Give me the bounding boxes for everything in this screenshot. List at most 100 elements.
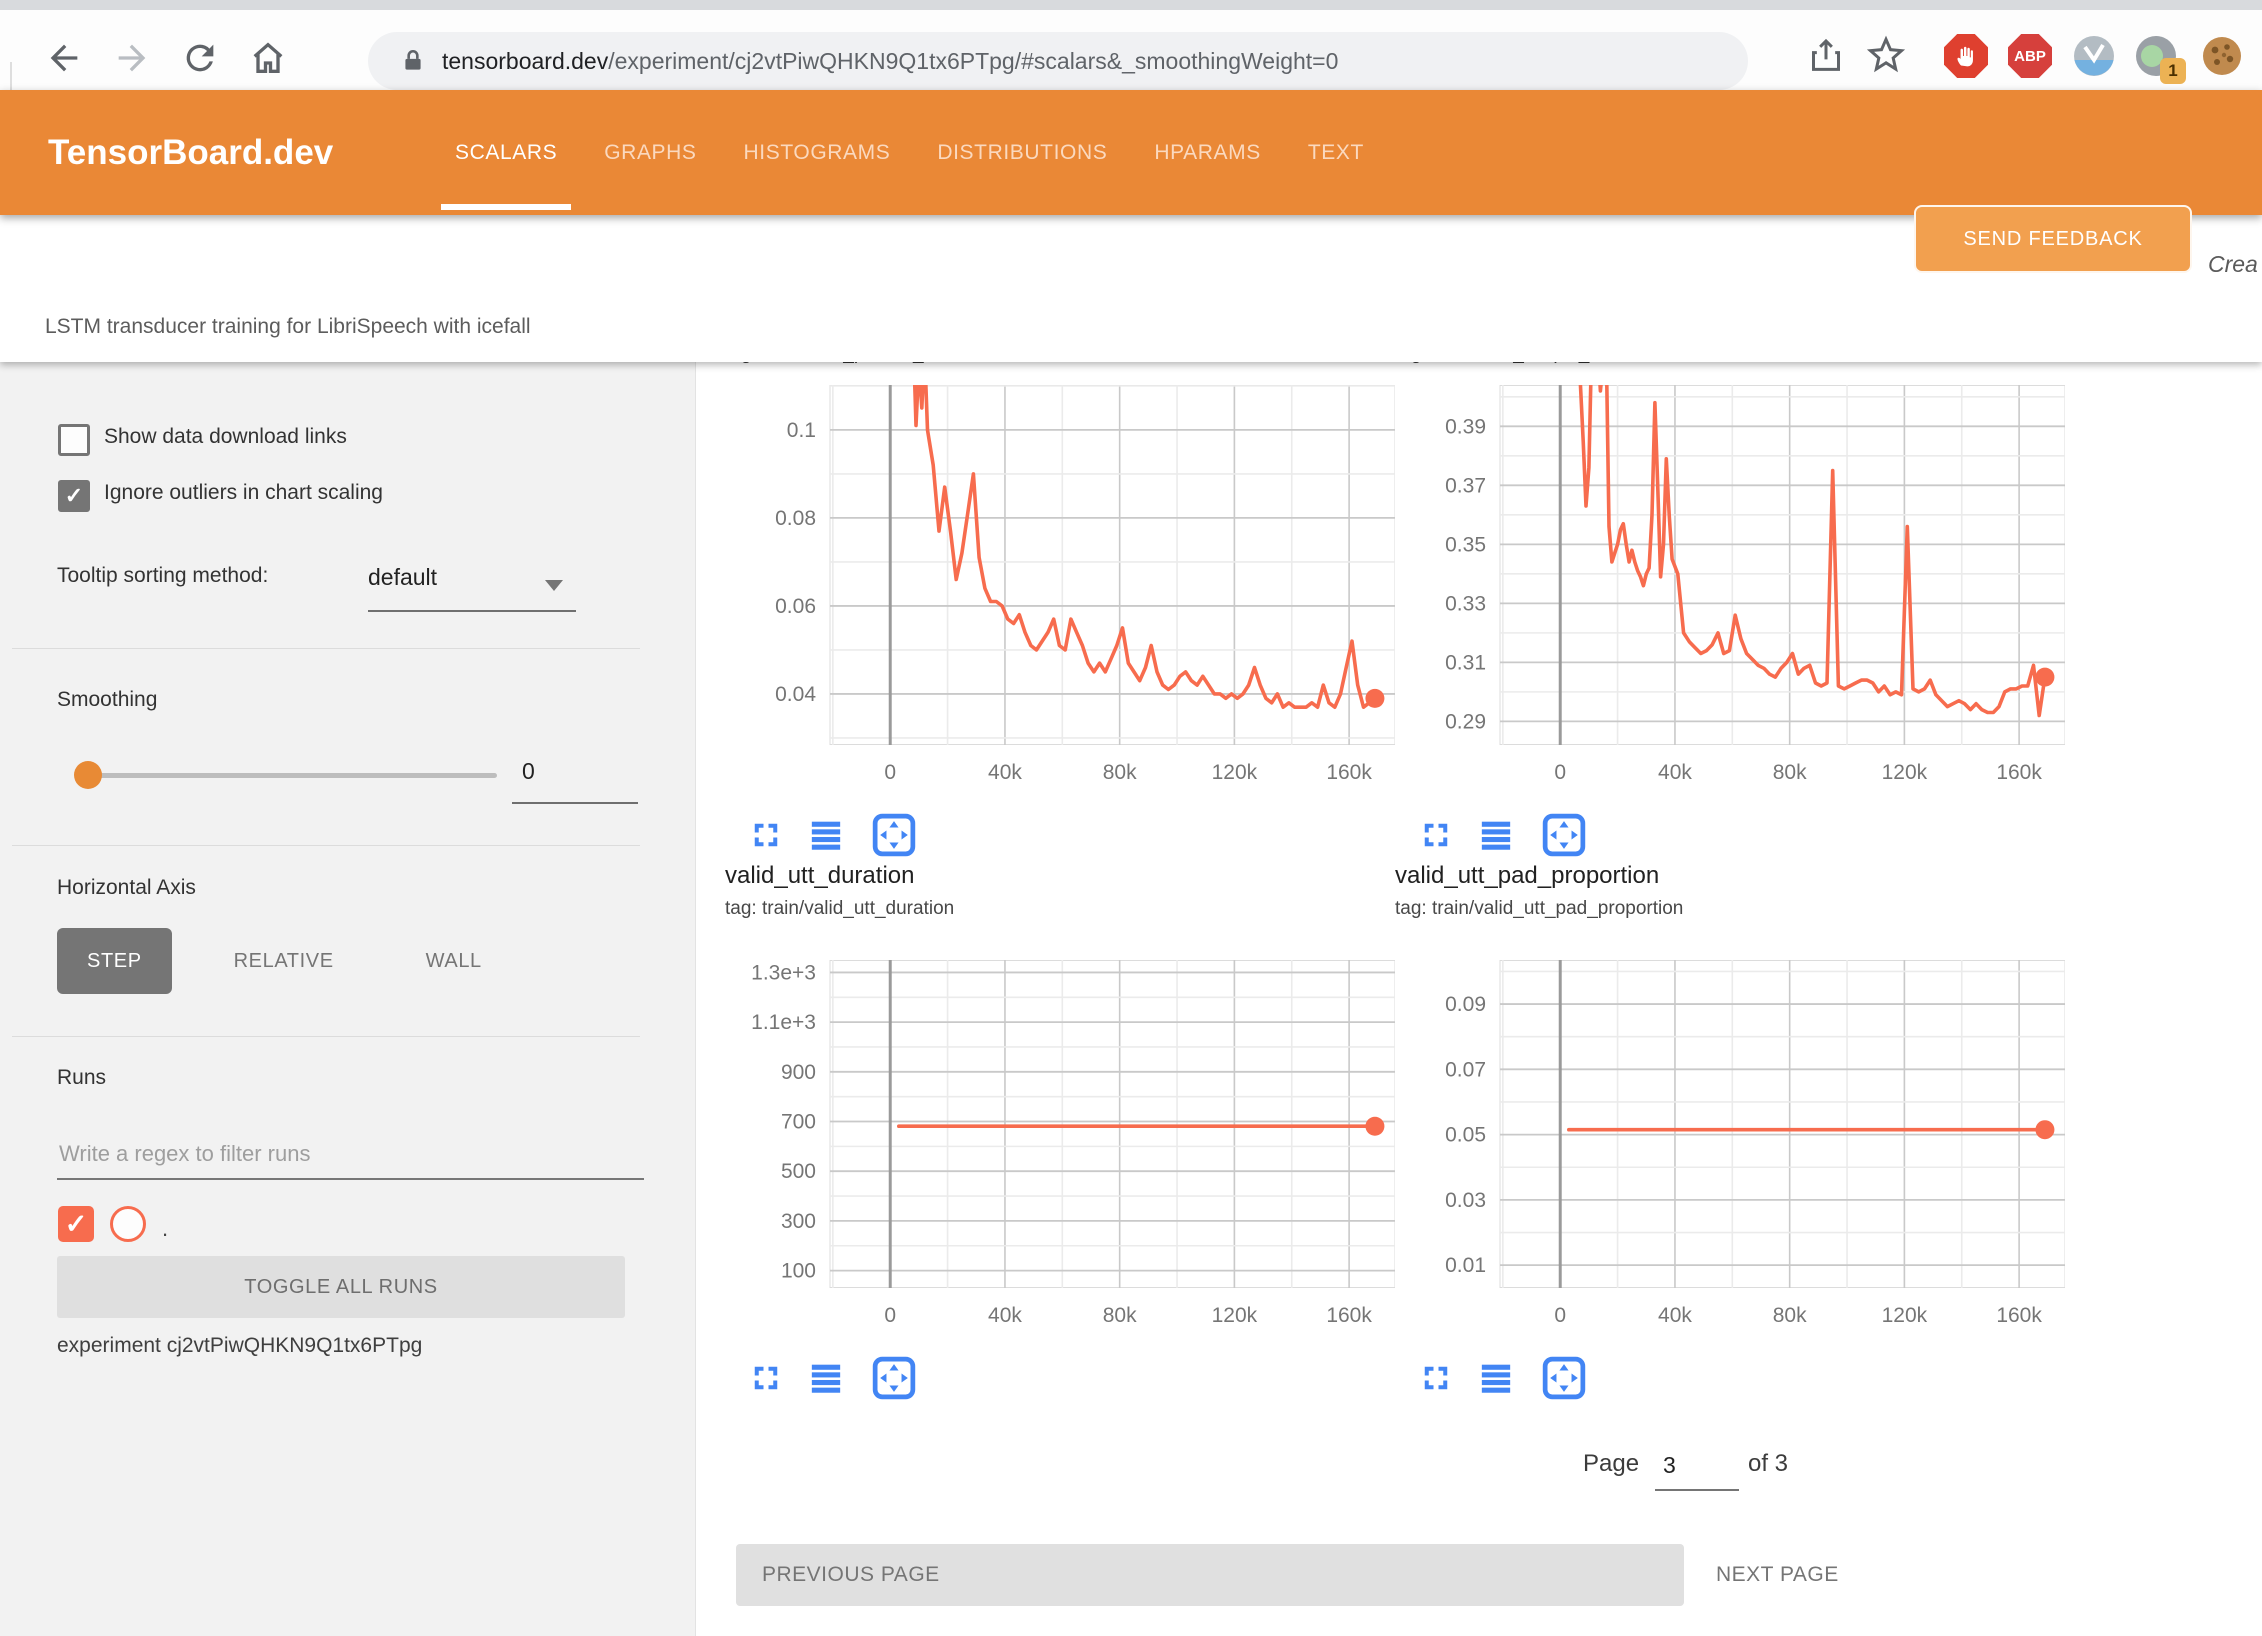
circle-extension-icon[interactable] <box>2072 34 2120 82</box>
fullscreen-icon[interactable] <box>751 1363 781 1393</box>
cookie-extension-icon[interactable] <box>2200 34 2248 82</box>
page-number-input[interactable] <box>1655 1452 1739 1491</box>
svg-text:160k: 160k <box>1996 761 2042 784</box>
chevron-down-icon[interactable] <box>545 580 563 591</box>
axis-option-relative[interactable]: RELATIVE <box>204 928 364 994</box>
scalar-plot[interactable]: 040k80k120k160k1003005007009001.1e+31.3e… <box>725 960 1395 1332</box>
tab-graphs[interactable]: GRAPHS <box>604 90 696 215</box>
app-title: TensorBoard.dev <box>48 90 333 215</box>
svg-text:300: 300 <box>781 1210 816 1233</box>
chart-toolbar <box>1421 813 1587 857</box>
share-icon[interactable] <box>1806 36 1846 76</box>
privacy-extension-icon[interactable]: 1 <box>2134 34 2182 82</box>
svg-text:120k: 120k <box>1212 1304 1258 1327</box>
divider <box>12 845 640 846</box>
data-series-icon[interactable] <box>1478 818 1514 852</box>
svg-text:40k: 40k <box>1658 1304 1692 1327</box>
axis-option-wall[interactable]: WALL <box>396 928 512 994</box>
svg-text:0.03: 0.03 <box>1445 1189 1486 1212</box>
abp-extension-icon[interactable]: ABP <box>2008 34 2056 82</box>
data-series-icon[interactable] <box>808 818 844 852</box>
show-download-links-label: Show data download links <box>104 421 347 453</box>
fullscreen-icon[interactable] <box>1421 1363 1451 1393</box>
ignore-outliers-checkbox[interactable]: ✓ <box>58 480 90 512</box>
svg-text:1.3e+3: 1.3e+3 <box>751 961 816 984</box>
svg-text:900: 900 <box>781 1061 816 1084</box>
smoothing-value-underline <box>512 802 638 804</box>
svg-text:120k: 120k <box>1882 761 1928 784</box>
tab-histograms[interactable]: HISTOGRAMS <box>744 90 891 215</box>
url-text: tensorboard.dev/experiment/cj2vtPiwQHKN9… <box>442 48 1338 75</box>
tab-hparams[interactable]: HPARAMS <box>1154 90 1261 215</box>
ignore-outliers-label: Ignore outliers in chart scaling <box>104 477 383 509</box>
pan-zoom-icon[interactable] <box>871 813 917 857</box>
tab-scalars[interactable]: SCALARS <box>455 90 557 215</box>
bookmark-star-icon[interactable] <box>1866 34 1906 74</box>
svg-text:0.01: 0.01 <box>1445 1254 1486 1277</box>
svg-text:160k: 160k <box>1326 761 1372 784</box>
divider <box>12 648 640 649</box>
next-page-button[interactable]: NEXT PAGE <box>1716 1544 1839 1606</box>
tab-distributions[interactable]: DISTRIBUTIONS <box>937 90 1107 215</box>
svg-text:120k: 120k <box>1882 1304 1928 1327</box>
home-button[interactable] <box>248 38 288 78</box>
chart-title: valid_utt_duration <box>725 862 914 890</box>
pan-zoom-icon[interactable] <box>871 1356 917 1400</box>
smoothing-slider-thumb[interactable] <box>74 761 102 789</box>
scalar-plot[interactable]: 040k80k120k160k0.010.030.050.070.09 <box>1395 960 2065 1332</box>
svg-text:0.37: 0.37 <box>1445 474 1486 497</box>
scalar-plot[interactable]: 040k80k120k160k0.290.310.330.350.370.39 <box>1395 385 2065 789</box>
pan-zoom-icon[interactable] <box>1541 813 1587 857</box>
smoothing-label: Smoothing <box>57 684 157 716</box>
data-series-icon[interactable] <box>808 1361 844 1395</box>
axis-option-step[interactable]: STEP <box>57 928 172 994</box>
svg-text:0.09: 0.09 <box>1445 993 1486 1016</box>
send-feedback-button[interactable]: SEND FEEDBACK <box>1914 205 2192 273</box>
fullscreen-icon[interactable] <box>751 820 781 850</box>
run-row: ✓ . <box>58 1204 168 1244</box>
chart-toolbar <box>751 1356 917 1400</box>
run-checkbox[interactable]: ✓ <box>58 1206 94 1242</box>
pan-zoom-icon[interactable] <box>1541 1356 1587 1400</box>
horizontal-axis-label: Horizontal Axis <box>57 872 196 904</box>
fullscreen-icon[interactable] <box>1421 820 1451 850</box>
browser-toolbar: tensorboard.dev/experiment/cj2vtPiwQHKN9… <box>0 10 2262 90</box>
forward-button[interactable] <box>112 38 152 78</box>
settings-sidebar: Show data download links ✓ Ignore outlie… <box>0 362 696 1636</box>
chart-toolbar <box>1421 1356 1587 1400</box>
svg-text:0.07: 0.07 <box>1445 1058 1486 1081</box>
tab-text[interactable]: TEXT <box>1308 90 1364 215</box>
back-button[interactable] <box>44 38 84 78</box>
data-series-icon[interactable] <box>1478 1361 1514 1395</box>
smoothing-value-input[interactable]: 0 <box>512 758 648 785</box>
svg-text:100: 100 <box>781 1260 816 1283</box>
svg-text:0.06: 0.06 <box>775 595 816 618</box>
svg-text:160k: 160k <box>1996 1304 2042 1327</box>
run-name[interactable]: . <box>162 1216 168 1242</box>
svg-text:40k: 40k <box>988 1304 1022 1327</box>
url-host: tensorboard.dev <box>442 48 608 74</box>
adblock-extension-icon[interactable] <box>1944 34 1992 82</box>
svg-text:0.39: 0.39 <box>1445 415 1486 438</box>
show-download-links-checkbox[interactable] <box>58 424 90 456</box>
smoothing-slider-track[interactable] <box>85 773 497 778</box>
chart-toolbar <box>751 813 917 857</box>
app-header: TensorBoard.dev SCALARS GRAPHS HISTOGRAMS D… <box>0 90 2262 215</box>
svg-text:80k: 80k <box>1773 1304 1807 1327</box>
toggle-all-runs-button[interactable]: TOGGLE ALL RUNS <box>57 1256 625 1318</box>
divider <box>12 1036 640 1037</box>
svg-text:0: 0 <box>884 761 896 784</box>
run-color-swatch <box>110 1206 146 1242</box>
tooltip-sorting-select[interactable]: default <box>368 564 437 591</box>
address-bar[interactable]: tensorboard.dev/experiment/cj2vtPiwQHKN9… <box>368 32 1748 90</box>
page-label: Page <box>1583 1450 1639 1478</box>
chart-tag: tag: train/valid_utt_pad_proportion <box>1395 898 1683 920</box>
previous-page-button[interactable]: PREVIOUS PAGE <box>736 1544 1684 1606</box>
reload-button[interactable] <box>180 38 220 78</box>
runs-regex-input[interactable] <box>57 1130 644 1180</box>
svg-text:80k: 80k <box>1773 761 1807 784</box>
scalar-plot[interactable]: 040k80k120k160k0.040.060.080.1 <box>725 385 1395 789</box>
svg-text:700: 700 <box>781 1111 816 1134</box>
svg-text:80k: 80k <box>1103 1304 1137 1327</box>
tooltip-select-underline <box>368 610 576 612</box>
